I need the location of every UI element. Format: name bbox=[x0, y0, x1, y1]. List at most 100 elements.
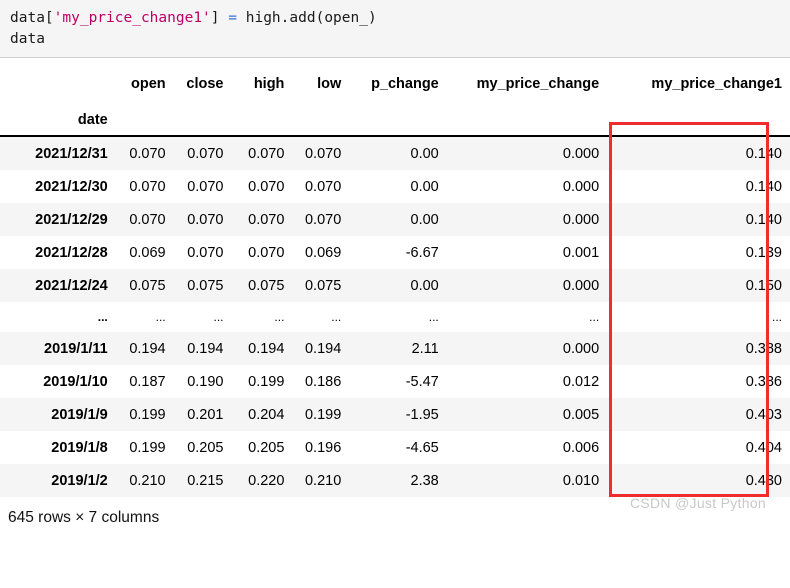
table-cell: 0.070 bbox=[292, 136, 350, 170]
table-cell: 0.00 bbox=[349, 269, 447, 302]
column-header-high: high bbox=[253, 76, 285, 92]
dataframe-output: open close high low p_change my_price_ch… bbox=[0, 58, 790, 497]
table-cell: 0.404 bbox=[607, 431, 790, 464]
code-cell[interactable]: data['my_price_change1'] = high.add(open… bbox=[0, 0, 790, 58]
table-cell: 0.199 bbox=[292, 398, 350, 431]
code-token-space1 bbox=[220, 10, 229, 26]
code-line-2: data bbox=[10, 29, 780, 50]
table-cell: 0.070 bbox=[115, 136, 174, 170]
table-cell: 0.010 bbox=[446, 464, 608, 497]
index-name-pad-1 bbox=[115, 98, 174, 137]
table-cell: 0.210 bbox=[292, 464, 350, 497]
table-cell: 0.205 bbox=[231, 431, 293, 464]
table-cell: 0.00 bbox=[349, 136, 447, 170]
table-cell: 0.215 bbox=[173, 464, 232, 497]
row-index-cell: 2019/1/10 bbox=[0, 365, 116, 398]
table-cell: 0.070 bbox=[173, 236, 232, 269]
table-cell: 0.075 bbox=[231, 269, 293, 302]
table-cell: -6.67 bbox=[349, 236, 447, 269]
table-cell: 0.199 bbox=[231, 365, 293, 398]
code-token-add: add bbox=[289, 10, 316, 26]
table-cell: 0.190 bbox=[173, 365, 232, 398]
code-token-open-arg: open_ bbox=[324, 10, 368, 26]
table-cell: ... bbox=[446, 302, 608, 332]
table-row-ellipsis: ........................ bbox=[0, 302, 790, 332]
code-token-close-paren: ) bbox=[367, 10, 377, 26]
table-cell: -1.95 bbox=[349, 398, 447, 431]
table-cell: 0.201 bbox=[173, 398, 232, 431]
table-cell: 0.070 bbox=[292, 203, 350, 236]
row-index-cell: 2019/1/11 bbox=[0, 332, 116, 365]
row-index-cell: 2019/1/9 bbox=[0, 398, 116, 431]
table-cell: 0.430 bbox=[607, 464, 790, 497]
column-header-corner bbox=[0, 58, 116, 98]
table-row: 2021/12/28 0.069 0.070 0.070 0.069 -6.67 0.001… bbox=[0, 236, 790, 269]
table-row: 2021/12/29 0.070 0.070 0.070 0.070 0.00 0.000 0… bbox=[0, 203, 790, 236]
column-header-my-price-change: my_price_change bbox=[476, 76, 600, 92]
row-index-cell: 2021/12/31 bbox=[0, 136, 116, 170]
code-token-assign: = bbox=[228, 10, 237, 26]
index-name-pad-7 bbox=[607, 98, 790, 137]
table-cell: 0.006 bbox=[446, 431, 608, 464]
row-index-cell: 2021/12/28 bbox=[0, 236, 116, 269]
table-cell: 0.204 bbox=[231, 398, 293, 431]
table-cell: 0.194 bbox=[292, 332, 350, 365]
table-cell: 0.403 bbox=[607, 398, 790, 431]
table-header: open close high low p_change my_price_ch… bbox=[0, 58, 790, 137]
column-header-close: close bbox=[186, 76, 224, 92]
code-token-data: data bbox=[10, 10, 45, 26]
code-token-close-bracket: ] bbox=[210, 10, 220, 26]
dataframe-table: open close high low p_change my_price_ch… bbox=[0, 58, 790, 497]
table-row: 2019/1/9 0.199 0.201 0.204 0.199 -1.95 0.005 0.… bbox=[0, 398, 790, 431]
table-cell: 0.386 bbox=[607, 365, 790, 398]
code-token-string: 'my_price_change1' bbox=[53, 10, 211, 26]
code-line-1: data['my_price_change1'] = high.add(open… bbox=[10, 8, 780, 29]
code-token-data-echo: data bbox=[10, 31, 45, 47]
table-row: 2021/12/30 0.070 0.070 0.070 0.070 0.00 0.000 0… bbox=[0, 170, 790, 203]
table-cell: 0.194 bbox=[231, 332, 293, 365]
dataframe-shape-text: 645 rows × 7 columns bbox=[8, 509, 160, 526]
table-cell: 0.069 bbox=[115, 236, 174, 269]
table-cell: 0.000 bbox=[446, 136, 608, 170]
table-cell: 0.199 bbox=[115, 431, 174, 464]
table-cell: 0.00 bbox=[349, 170, 447, 203]
dataframe-footer: 645 rows × 7 columns CSDN @Just Python bbox=[0, 495, 790, 527]
table-cell: 0.140 bbox=[607, 170, 790, 203]
table-cell: 0.150 bbox=[607, 269, 790, 302]
table-cell: 0.070 bbox=[173, 203, 232, 236]
index-name-pad-5 bbox=[349, 98, 447, 137]
index-name-pad-2 bbox=[173, 98, 232, 137]
code-token-open-bracket: [ bbox=[44, 10, 54, 26]
table-cell: 0.070 bbox=[292, 170, 350, 203]
column-header-p-change: p_change bbox=[371, 76, 439, 92]
row-index-cell: 2021/12/29 bbox=[0, 203, 116, 236]
table-cell: 0.070 bbox=[173, 170, 232, 203]
table-cell: 0.210 bbox=[115, 464, 174, 497]
table-cell: 0.388 bbox=[607, 332, 790, 365]
table-cell: 0.140 bbox=[607, 203, 790, 236]
table-row: 2019/1/10 0.187 0.190 0.199 0.186 -5.47 0.012 0… bbox=[0, 365, 790, 398]
row-index-cell: 2021/12/24 bbox=[0, 269, 116, 302]
table-cell: 0.005 bbox=[446, 398, 608, 431]
row-index-cell: ... bbox=[0, 302, 116, 332]
table-cell: 0.00 bbox=[349, 203, 447, 236]
table-cell: 0.070 bbox=[231, 136, 293, 170]
table-cell: ... bbox=[115, 302, 174, 332]
table-cell: 0.012 bbox=[446, 365, 608, 398]
column-header-low: low bbox=[317, 76, 342, 92]
column-header-my-price-change1: my_price_change1 bbox=[651, 76, 782, 92]
index-name-date: date bbox=[0, 98, 116, 137]
table-cell: ... bbox=[607, 302, 790, 332]
column-header-open: open bbox=[130, 76, 166, 92]
table-cell: 0.000 bbox=[446, 332, 608, 365]
table-cell: 0.194 bbox=[173, 332, 232, 365]
table-cell: 0.000 bbox=[446, 170, 608, 203]
table-cell: 0.196 bbox=[292, 431, 350, 464]
table-cell: 0.075 bbox=[173, 269, 232, 302]
table-body: 2021/12/31 0.070 0.070 0.070 0.070 0.00 0.000 0… bbox=[0, 136, 790, 497]
table-cell: 0.205 bbox=[173, 431, 232, 464]
table-row: 2019/1/8 0.199 0.205 0.205 0.196 -4.65 0.006 0.… bbox=[0, 431, 790, 464]
watermark-text: CSDN @Just Python bbox=[629, 495, 766, 511]
table-cell: ... bbox=[349, 302, 447, 332]
index-name-pad-4 bbox=[292, 98, 350, 137]
